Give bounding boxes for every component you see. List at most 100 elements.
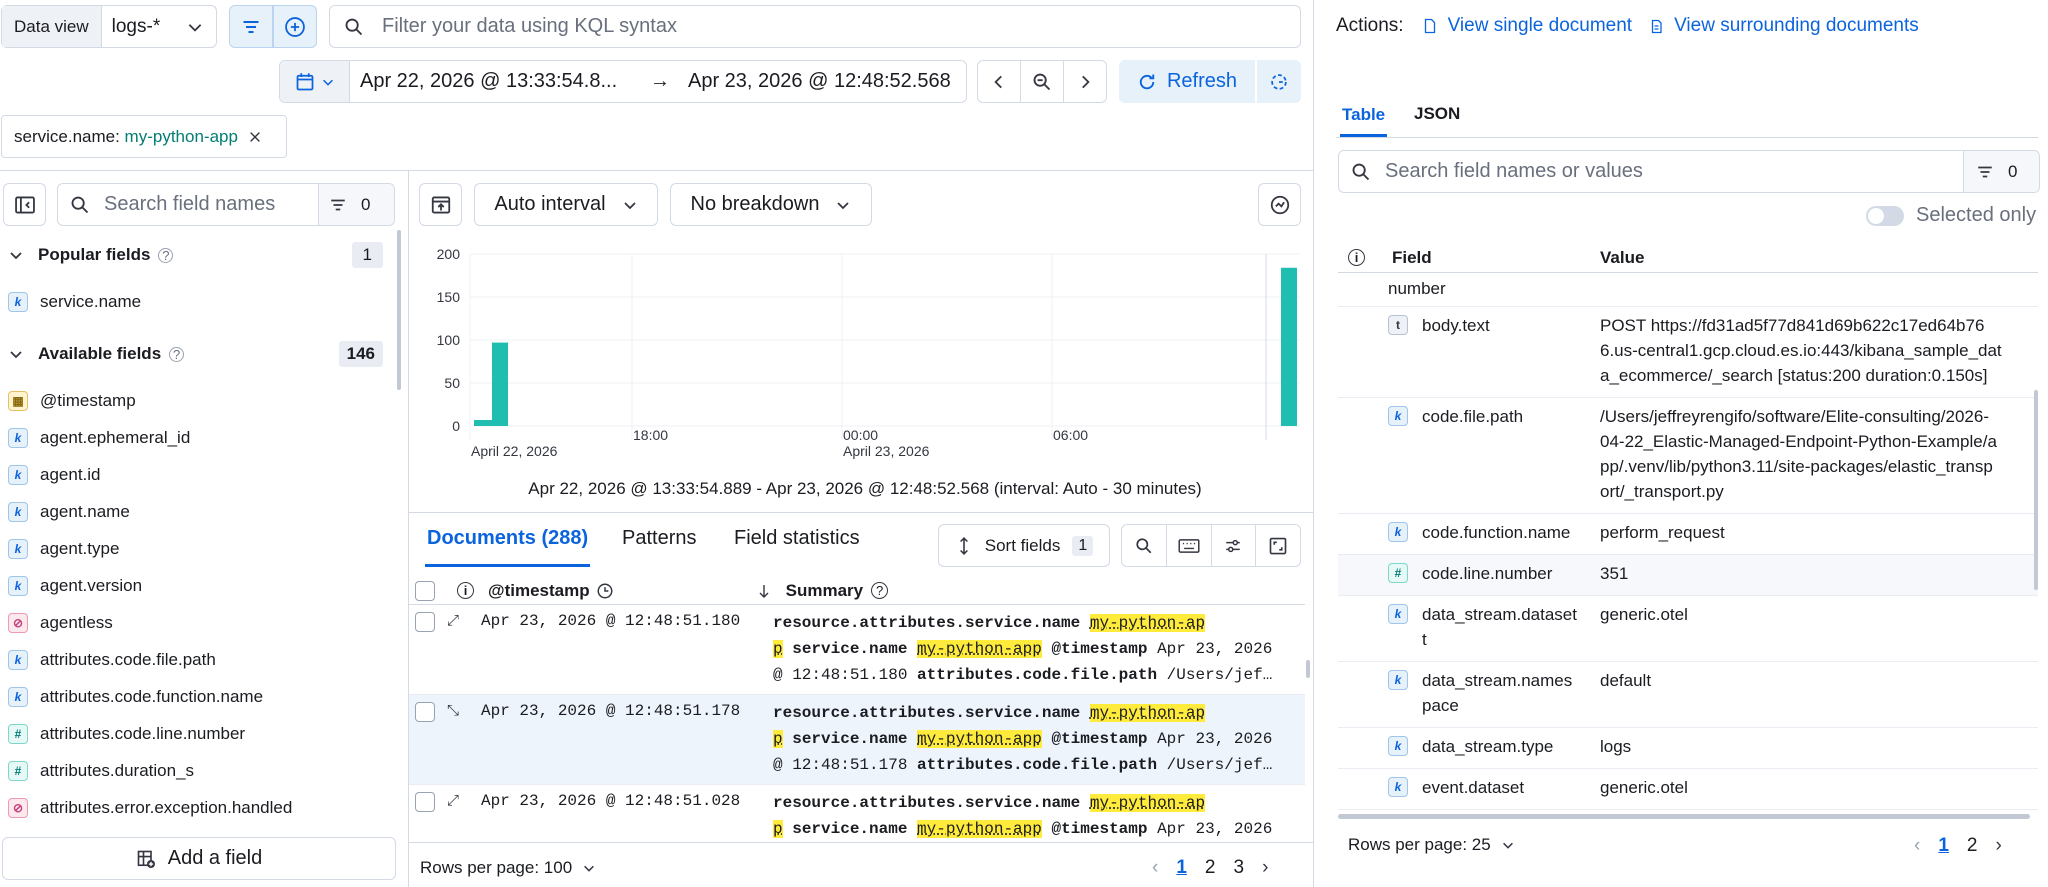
doc-field-row[interactable]: k event.dataset generic.otel (1338, 769, 2038, 810)
available-fields-title: Available fields (38, 344, 162, 363)
expand-row-icon[interactable]: ⤢ (447, 792, 459, 809)
row-checkbox[interactable] (415, 702, 435, 722)
available-fields-header[interactable]: Available fields ? 146 (8, 341, 383, 367)
doc-field-row[interactable]: t body.text POST https://fd31ad5f77d841d69… (1338, 307, 2038, 398)
timestamp-column-header[interactable]: @timestamp (488, 581, 590, 601)
refresh-button[interactable]: Refresh (1119, 60, 1255, 103)
tab-documents[interactable]: Documents (288) (425, 527, 591, 567)
field-list-item[interactable]: ▦ @timestamp (8, 382, 383, 419)
grid-search-button[interactable] (1122, 525, 1167, 566)
field-list-item[interactable]: k service.name (8, 283, 383, 320)
query-bar[interactable]: Filter your data using KQL syntax (329, 5, 1301, 48)
filter-pill[interactable]: service.name: my-python-app (1, 115, 287, 158)
doc-field-row[interactable]: k data_stream.names pace default (1338, 662, 2038, 728)
flyout-filter-button[interactable]: 0 (1963, 151, 2039, 192)
chevron-right-icon[interactable]: › (1262, 857, 1268, 879)
histogram-bar[interactable] (1281, 267, 1297, 426)
page-link[interactable]: 1 (1938, 835, 1949, 857)
doc-field-row[interactable]: # code.line.number 351 (1338, 555, 2038, 596)
histogram-bar[interactable] (492, 342, 508, 426)
grid-scrollbar[interactable] (1306, 660, 1310, 678)
page-link[interactable]: 3 (1233, 857, 1244, 879)
date-picker[interactable]: Apr 22, 2026 @ 13:33:54.8... → Apr 23, 2… (279, 60, 967, 103)
next-range-button[interactable] (1063, 60, 1107, 103)
data-view-picker[interactable]: Data view logs-* (1, 5, 217, 48)
field-type-icon: ⊘ (8, 612, 28, 633)
field-list-item[interactable]: # attributes.code.line.number (8, 715, 383, 752)
field-list-item[interactable]: # attributes.duration_s (8, 752, 383, 789)
field-list-item[interactable]: ⊘ agentless (8, 604, 383, 641)
interval-select[interactable]: Auto interval (474, 183, 658, 226)
page-link[interactable]: 2 (1205, 857, 1216, 879)
field-list-item[interactable]: k agent.id (8, 456, 383, 493)
close-icon[interactable] (248, 130, 262, 144)
field-search[interactable]: Search field names 0 (57, 183, 395, 226)
flyout-hscrollbar[interactable] (1338, 814, 2030, 819)
page-link[interactable]: 2 (1967, 835, 1978, 857)
doc-field-row[interactable]: k data_stream.type logs (1338, 728, 2038, 769)
table-row[interactable]: ⤢ Apr 23, 2026 @ 12:48:51.028 resource.att… (409, 785, 1305, 840)
auto-refresh-button[interactable] (1257, 60, 1301, 103)
keyboard-shortcuts-button[interactable] (1167, 525, 1212, 566)
flyout-search[interactable]: Search field names or values 0 (1338, 150, 2040, 193)
row-checkbox[interactable] (415, 612, 435, 632)
row-checkbox[interactable] (415, 792, 435, 812)
toggle-switch[interactable] (1866, 205, 1904, 226)
tab-patterns[interactable]: Patterns (622, 527, 696, 550)
histogram-chart[interactable]: 200 150 100 50 0 April 22, 2026 18:00 00:00Apri… (420, 236, 1310, 466)
summary-column-header[interactable]: Summary (786, 581, 863, 601)
sidebar-scrollbar[interactable] (397, 230, 401, 390)
add-filter-button[interactable] (273, 5, 317, 48)
sort-descending-icon[interactable] (756, 582, 772, 600)
histogram-bar[interactable] (474, 419, 492, 426)
table-row[interactable]: ⤡ Apr 23, 2026 @ 12:48:51.178 resource.att… (409, 695, 1305, 785)
flyout-scrollbar[interactable] (2034, 390, 2038, 590)
collapse-sidebar-button[interactable] (3, 183, 46, 226)
selected-only-toggle[interactable]: Selected only (1866, 204, 2036, 227)
table-row[interactable]: ⤢ Apr 23, 2026 @ 12:48:51.180 resource.att… (409, 605, 1305, 695)
display-settings-button[interactable] (1212, 525, 1257, 566)
page-link[interactable]: 1 (1176, 857, 1187, 879)
select-all-checkbox[interactable] (415, 580, 435, 601)
doc-field-name-line: event.dataset (1422, 778, 1525, 797)
popular-fields-header[interactable]: Popular fields ? 1 (8, 242, 383, 268)
breakdown-select[interactable]: No breakdown (670, 183, 872, 226)
y-tick-label: 50 (444, 375, 460, 391)
rows-per-page[interactable]: Rows per page: 100 (420, 858, 596, 878)
collapse-row-icon[interactable]: ⤡ (447, 702, 459, 719)
date-start[interactable]: Apr 22, 2026 @ 13:33:54.8... (360, 70, 640, 93)
field-list-item[interactable]: k attributes.code.file.path (8, 641, 383, 678)
filter-menu-button[interactable] (229, 5, 273, 48)
doc-field-name: code.line.number (1422, 561, 1592, 586)
flyout-rows-per-page[interactable]: Rows per page: 25 (1348, 835, 1515, 855)
chevron-left-icon[interactable]: ‹ (1152, 857, 1158, 879)
doc-field-row[interactable]: k code.function.name perform_request (1338, 514, 2038, 555)
field-list-item[interactable]: k attributes.code.function.name (8, 678, 383, 715)
view-single-document-link[interactable]: View single document (1448, 15, 1632, 37)
flyout-tab-json[interactable]: JSON (1414, 104, 1460, 124)
previous-range-button[interactable] (977, 60, 1021, 103)
chevron-left-icon[interactable]: ‹ (1914, 835, 1920, 857)
expand-row-icon[interactable]: ⤢ (447, 612, 459, 629)
flyout-tab-table[interactable]: Table (1340, 104, 1388, 137)
field-filter-button[interactable]: 0 (318, 184, 394, 225)
chevron-right-icon[interactable]: › (1995, 835, 2001, 857)
field-list-item[interactable]: k agent.type (8, 530, 383, 567)
field-list-item[interactable]: ⊘ attributes.error.exception.handled (8, 789, 383, 822)
field-list-item[interactable]: k agent.name (8, 493, 383, 530)
tab-field-statistics[interactable]: Field statistics (734, 527, 860, 550)
view-surrounding-documents-link[interactable]: View surrounding documents (1674, 15, 1919, 37)
sort-fields-button[interactable]: Sort fields 1 (938, 524, 1110, 567)
add-field-button[interactable]: Add a field (2, 837, 396, 880)
doc-field-row[interactable]: k code.file.path/Users/jeffreyrengifo/sof… (1338, 398, 2038, 514)
toggle-chart-button[interactable] (419, 183, 462, 226)
date-end[interactable]: Apr 23, 2026 @ 12:48:52.568 (688, 70, 951, 93)
field-list-item[interactable]: k agent.ephemeral_id (8, 419, 383, 456)
field-list-item[interactable]: k agent.version (8, 567, 383, 604)
search-icon (1352, 163, 1370, 180)
zoom-out-button[interactable] (1020, 60, 1064, 103)
doc-field-row[interactable]: k data_stream.dataset t generic.otel (1338, 596, 2038, 662)
fullscreen-button[interactable] (1256, 525, 1300, 566)
chart-options-button[interactable] (1258, 183, 1301, 226)
quick-menu-button[interactable] (280, 61, 350, 102)
